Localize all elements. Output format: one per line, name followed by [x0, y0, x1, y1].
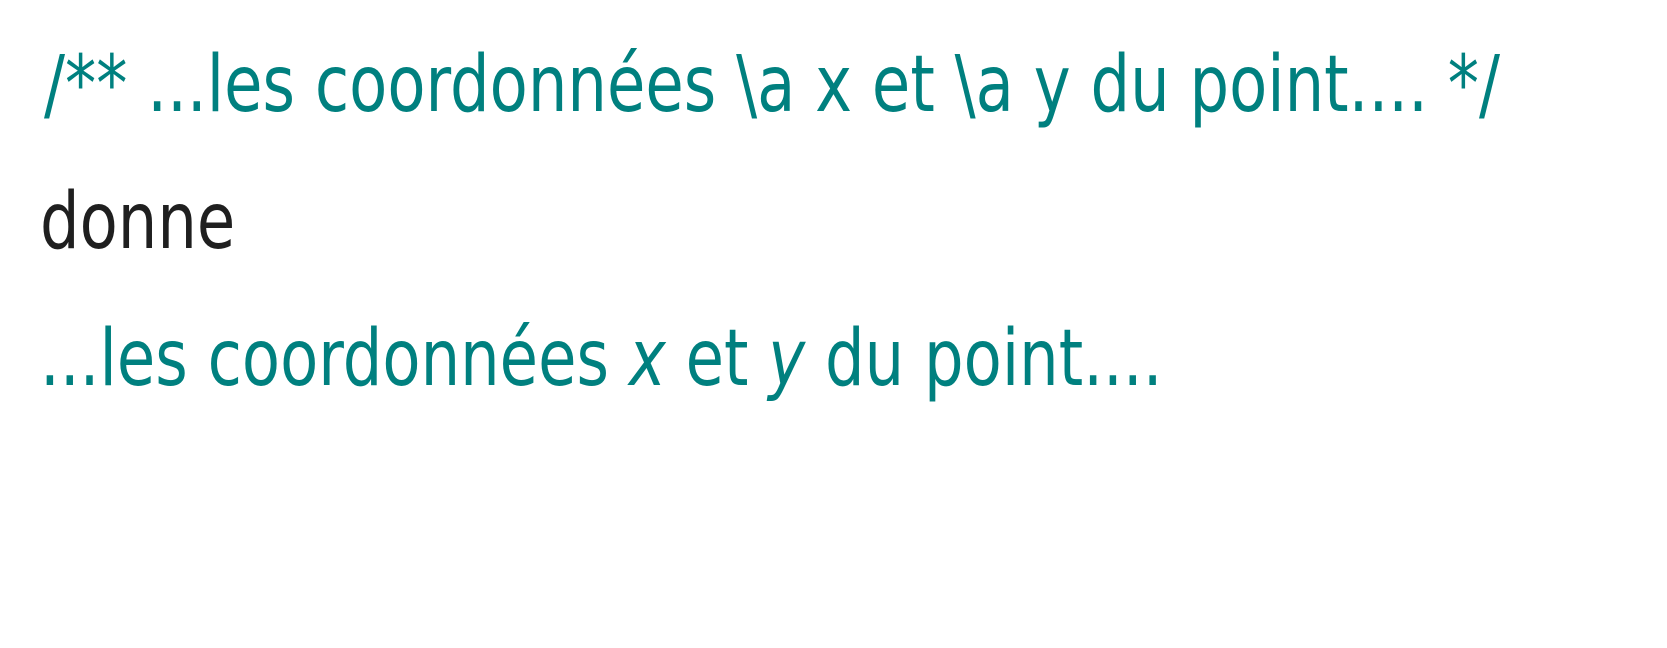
rendered-output-part-3: du point....: [805, 314, 1163, 404]
rendered-var-y: y: [768, 314, 806, 404]
rendered-var-x: x: [628, 314, 666, 404]
rendered-output-line: ...les coordonnées x et y du point....: [40, 320, 1163, 398]
rendered-output-part-1: ...les coordonnées: [40, 314, 629, 404]
connector-text: donne: [40, 177, 236, 267]
source-comment-line: /** ...les coordonnées \a x et \a y du p…: [44, 40, 1501, 130]
rendered-output-part-2: et: [665, 314, 769, 404]
